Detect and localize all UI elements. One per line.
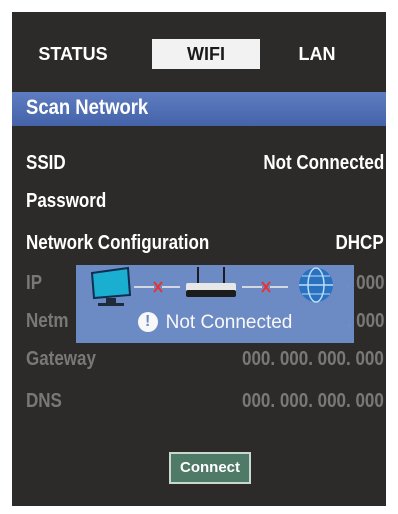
ssid-value[interactable]: Not Connected [263, 152, 384, 175]
password-label: Password [26, 190, 107, 212]
monitor-icon [90, 266, 132, 306]
network-diagram [90, 266, 333, 306]
dns-label: DNS [26, 390, 62, 412]
gateway-label: Gateway [26, 348, 96, 370]
scan-network-bar[interactable]: Scan Network [12, 92, 386, 126]
connection-status-popup: ! Not Connected [76, 265, 354, 343]
tab-wifi[interactable]: WIFI [152, 39, 260, 69]
gateway-value: 000. 000. 000. 000 [242, 348, 384, 370]
ssid-label: SSID [26, 152, 66, 174]
status-message: ! Not Connected [76, 312, 354, 334]
network-config-label: Network Configuration [26, 232, 210, 254]
netmask-label: Netm [26, 310, 69, 332]
tab-lan[interactable]: LAN [276, 39, 358, 69]
ip-label: IP [26, 272, 43, 294]
broken-link-icon [242, 281, 288, 293]
status-message-text: Not Connected [165, 312, 293, 333]
router-icon [186, 267, 236, 297]
tab-status[interactable]: STATUS [28, 39, 118, 69]
connect-button[interactable]: Connect [169, 452, 251, 484]
globe-icon [299, 267, 333, 303]
dns-value: 000. 000. 000. 000 [242, 390, 384, 412]
settings-panel: STATUS WIFI LAN Scan Network SSID Not Co… [12, 12, 386, 506]
broken-link-icon [134, 281, 180, 293]
network-config-value[interactable]: DHCP [336, 232, 384, 255]
warning-icon: ! [137, 312, 158, 332]
section-title: Scan Network [26, 96, 149, 119]
